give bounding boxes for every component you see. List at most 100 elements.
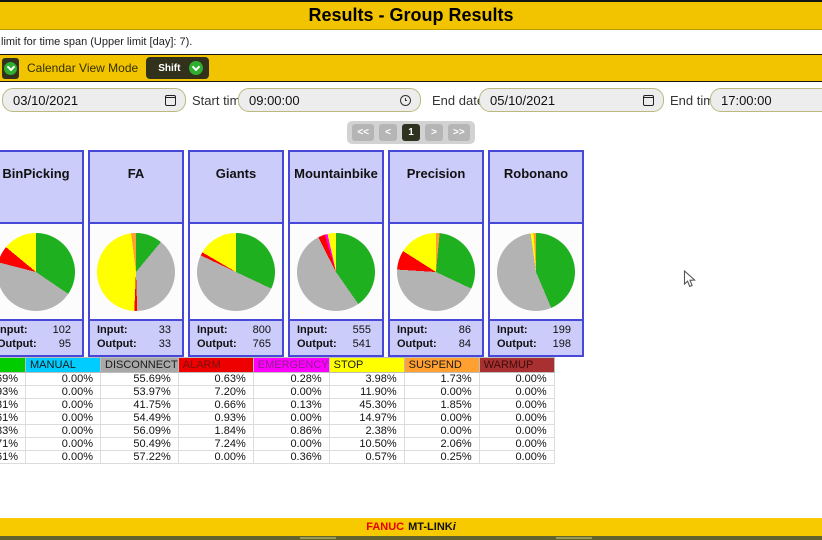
group-card[interactable]: Robonano Input: 199 Output: 198 <box>488 150 584 357</box>
output-value: 765 <box>252 338 271 350</box>
status-cell: 38.83% <box>0 424 26 438</box>
output-label: Output: <box>97 338 137 350</box>
status-pie-chart <box>0 232 75 311</box>
calendar-view-mode-label: Calendar View Mode <box>27 61 139 75</box>
pagination-page-1[interactable]: 1 <box>402 124 420 141</box>
status-cell: 0.00% <box>403 411 480 425</box>
output-value: 84 <box>458 338 471 350</box>
status-cell: 0.00% <box>25 450 101 464</box>
group-chart-area <box>190 224 282 321</box>
status-cell: 41.75% <box>100 398 179 412</box>
pagination-first[interactable]: << <box>352 124 374 141</box>
chevron-down-icon <box>189 61 204 75</box>
mtlink-logo-text: MT-LINK <box>408 521 453 533</box>
input-row: Input: 555 <box>290 323 382 337</box>
input-value: 102 <box>52 324 71 336</box>
end-time-field[interactable] <box>710 88 822 112</box>
input-row: Input: 33 <box>90 323 182 337</box>
status-column-header: DISCONNECT <box>100 357 179 373</box>
group-card[interactable]: Mountainbike Input: 555 Output: 541 <box>288 150 384 357</box>
pagination-last[interactable]: >> <box>448 124 470 141</box>
group-chart-area <box>390 224 482 321</box>
status-cell: 0.00% <box>403 385 480 399</box>
output-label: Output: <box>497 338 537 350</box>
group-io-panel: Input: 199 Output: 198 <box>490 321 582 355</box>
output-label: Output: <box>297 338 337 350</box>
table-row: 29.61%0.00%54.49%0.93%0.00%14.97%0.00%0.… <box>0 411 555 425</box>
status-cell: 0.00% <box>478 450 555 464</box>
status-pie-chart <box>397 232 475 311</box>
status-pie-chart <box>297 232 375 311</box>
status-cell: 26.93% <box>0 385 26 399</box>
status-cell: 50.49% <box>100 437 179 451</box>
group-io-panel: Input: 86 Output: 84 <box>390 321 482 355</box>
status-column-header: SUSPEND <box>403 357 480 373</box>
shift-mode-label: Shift <box>158 62 181 74</box>
group-io-panel: Input: 555 Output: 541 <box>290 321 382 355</box>
output-row: Output: 84 <box>390 337 482 351</box>
status-pie-chart <box>97 232 175 311</box>
input-value: 86 <box>458 324 471 336</box>
end-date-field[interactable] <box>479 88 664 112</box>
status-cell: 0.00% <box>25 385 101 399</box>
start-date-input[interactable] <box>13 89 150 111</box>
pagination-next[interactable]: > <box>425 124 443 141</box>
table-row: 41.61%0.00%57.22%0.00%0.36%0.57%0.25%0.0… <box>0 450 555 464</box>
status-cell: 54.49% <box>100 411 179 425</box>
group-chart-area <box>490 224 582 321</box>
status-cell: 0.13% <box>252 398 330 412</box>
end-time-input[interactable] <box>721 89 822 111</box>
output-label: Output: <box>397 338 437 350</box>
clock-icon[interactable] <box>400 95 411 106</box>
input-row: Input: 86 <box>390 323 482 337</box>
status-cell: 41.61% <box>0 450 26 464</box>
table-row: 37.69%0.00%55.69%0.63%0.28%3.98%1.73%0.0… <box>0 372 555 386</box>
input-label: Input: <box>97 324 128 336</box>
output-value: 95 <box>58 338 71 350</box>
status-cell: 53.97% <box>100 385 179 399</box>
output-value: 541 <box>352 338 371 350</box>
group-card[interactable]: Giants Input: 800 Output: 765 <box>188 150 284 357</box>
group-card[interactable]: Precision Input: 86 Output: 84 <box>388 150 484 357</box>
calendar-icon[interactable] <box>643 95 654 106</box>
fanuc-logo-text: FANUC <box>366 521 405 533</box>
start-time-field[interactable] <box>238 88 421 112</box>
table-row: 26.93%0.00%53.97%7.20%0.00%11.90%0.00%0.… <box>0 385 555 399</box>
group-title: Robonano <box>490 152 582 224</box>
status-cell: 2.38% <box>328 424 405 438</box>
shift-mode-dropdown[interactable]: Shift <box>146 57 210 79</box>
bottom-edge-notch <box>556 537 592 539</box>
status-cell: 10.50% <box>328 437 405 451</box>
status-cell: 0.86% <box>252 424 330 438</box>
start-date-field[interactable] <box>2 88 186 112</box>
status-cell: 0.00% <box>25 424 101 438</box>
status-cell: 14.97% <box>328 411 405 425</box>
status-cell: 56.09% <box>100 424 179 438</box>
status-cell: 0.00% <box>252 437 330 451</box>
status-cell: 55.69% <box>100 372 179 386</box>
end-date-input[interactable] <box>490 89 628 111</box>
status-column-header: STOP <box>328 357 405 373</box>
status-cell: 0.00% <box>25 437 101 451</box>
page-title-bar: Results - Group Results <box>0 0 822 30</box>
group-card[interactable]: FA Input: 33 Output: 33 <box>88 150 184 357</box>
status-cell: 0.00% <box>478 424 555 438</box>
input-value: 555 <box>352 324 371 336</box>
input-value: 800 <box>252 324 271 336</box>
status-cell: 0.00% <box>478 385 555 399</box>
start-time-input[interactable] <box>249 89 385 111</box>
status-cell: 0.57% <box>328 450 405 464</box>
status-cell: 0.00% <box>25 372 101 386</box>
view-mode-toolbar: Calendar View Mode Shift <box>0 54 822 82</box>
pagination-prev[interactable]: < <box>379 124 397 141</box>
status-pie-chart <box>497 232 575 311</box>
table-row: 10.31%0.00%41.75%0.66%0.13%45.30%1.85%0.… <box>0 398 555 412</box>
collapse-button[interactable] <box>2 57 19 79</box>
group-card[interactable]: BinPicking Input: 102 Output: 95 <box>0 150 84 357</box>
input-label: Input: <box>397 324 428 336</box>
status-cell: 0.63% <box>177 372 254 386</box>
status-cell: 0.00% <box>25 398 101 412</box>
input-label: Input: <box>197 324 228 336</box>
calendar-icon[interactable] <box>165 95 176 106</box>
group-title: FA <box>90 152 182 224</box>
